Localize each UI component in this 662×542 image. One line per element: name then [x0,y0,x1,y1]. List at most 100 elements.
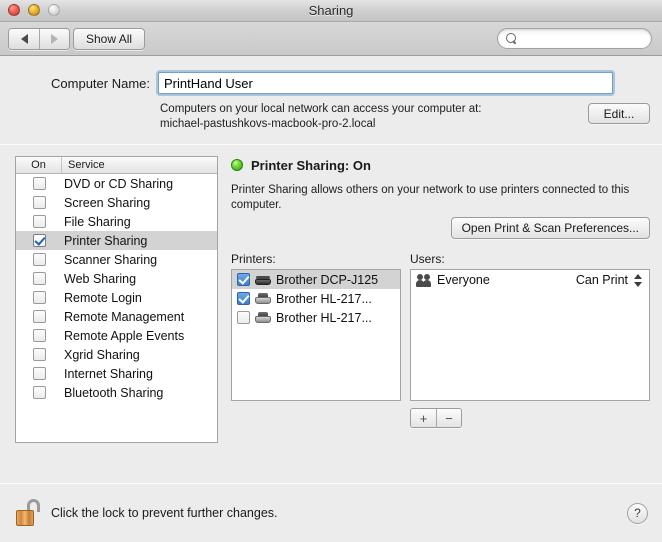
service-checkbox-cell[interactable] [16,234,62,247]
services-table[interactable]: On Service DVD or CD Sharing Screen Shari… [15,156,218,443]
service-checkbox-cell[interactable] [16,367,62,380]
service-checkbox-cell[interactable] [16,253,62,266]
search-icon [506,33,517,44]
services-table-header: On Service [16,157,217,174]
printer-row[interactable]: Brother HL-217... [232,289,400,308]
service-status-row: Printer Sharing: On [231,156,650,174]
service-row[interactable]: Remote Apple Events [16,326,217,345]
service-row[interactable]: Xgrid Sharing [16,345,217,364]
computer-name-hint: Computers on your local network can acce… [160,102,540,132]
padlock-open-icon[interactable] [16,499,42,527]
service-checkbox-cell[interactable] [16,310,62,323]
computer-name-row: Computer Name: [0,72,662,94]
status-indicator-icon [231,159,243,171]
checkbox-unchecked-icon[interactable] [32,291,46,304]
column-header-service: Service [68,159,105,171]
user-add-remove-buttons: + − [410,408,462,428]
search-input[interactable] [517,31,642,46]
forward-button [39,29,69,49]
preferences-toolbar: Show All [0,22,662,56]
service-row[interactable]: Web Sharing [16,269,217,288]
checkbox-unchecked-icon[interactable] [32,253,46,266]
service-row[interactable]: Remote Management [16,307,217,326]
service-row[interactable]: Scanner Sharing [16,250,217,269]
service-name-label: Screen Sharing [64,195,151,210]
search-field[interactable] [497,28,652,49]
printers-list[interactable]: Brother DCP-J125 Brother HL-217... Brother… [231,269,401,401]
checkbox-checked-icon[interactable] [32,234,46,247]
chevron-left-icon [20,34,28,44]
service-row[interactable]: Remote Login [16,288,217,307]
sharing-preferences-window: Sharing Show All Computer Name: Computer… [0,0,662,542]
service-name-label: Printer Sharing [64,233,148,248]
service-name-label: Remote Login [64,290,142,305]
printer-name-label: Brother DCP-J125 [276,272,379,287]
checkbox-unchecked-icon[interactable] [32,386,46,399]
user-row[interactable]: Everyone Can Print [411,270,649,290]
preferences-footer: Click the lock to prevent further change… [0,484,662,542]
chevron-right-icon [51,34,58,44]
checkbox-unchecked-icon[interactable] [32,329,46,342]
window-title: Sharing [308,3,354,18]
service-description: Printer Sharing allows others on your ne… [231,184,630,211]
permission-stepper-icon[interactable] [634,273,643,288]
hint-line-2: michael-pastushkovs-macbook-pro-2.local [160,118,376,130]
checkbox-unchecked-icon[interactable] [32,272,46,285]
service-detail-pane: Printer Sharing: On Printer Sharing allo… [231,156,650,428]
service-checkbox-cell[interactable] [16,272,62,285]
service-name-label: Web Sharing [64,271,137,286]
printer-name-label: Brother HL-217... [276,310,372,325]
service-row[interactable]: Printer Sharing [16,231,217,250]
service-name-label: DVD or CD Sharing [64,176,174,191]
service-checkbox-cell[interactable] [16,329,62,342]
checkbox-checked-icon[interactable] [237,273,250,286]
users-label: Users: [410,252,445,266]
service-row[interactable]: Bluetooth Sharing [16,383,217,402]
add-user-button[interactable]: + [411,409,436,427]
checkbox-unchecked-icon[interactable] [32,196,46,209]
show-all-button[interactable]: Show All [73,28,146,50]
back-button[interactable] [9,29,39,49]
padlock-body [16,510,34,526]
printer-icon [255,292,271,305]
checkbox-unchecked-icon[interactable] [32,215,46,228]
window-titlebar: Sharing [0,0,662,22]
navigation-buttons [8,28,70,50]
service-row[interactable]: Screen Sharing [16,193,217,212]
service-status-text: Printer Sharing: On [251,157,371,173]
top-divider [0,144,662,145]
preferences-content: Computer Name: Computers on your local n… [0,56,662,542]
service-checkbox-cell[interactable] [16,196,62,209]
printer-name-label: Brother HL-217... [276,291,372,306]
users-group-icon [416,273,432,287]
service-checkbox-cell[interactable] [16,291,62,304]
printer-row[interactable]: Brother DCP-J125 [232,270,400,289]
checkbox-unchecked-icon[interactable] [237,311,250,324]
checkbox-unchecked-icon[interactable] [32,177,46,190]
user-permission-value[interactable]: Can Print [576,273,634,287]
service-row[interactable]: File Sharing [16,212,217,231]
remove-user-button[interactable]: − [436,409,461,427]
help-button[interactable]: ? [627,502,648,524]
computer-name-input[interactable] [164,75,607,91]
service-name-label: Xgrid Sharing [64,347,140,362]
checkbox-unchecked-icon[interactable] [32,310,46,323]
service-row[interactable]: Internet Sharing [16,364,217,383]
lock-hint-text: Click the lock to prevent further change… [51,506,278,520]
open-print-scan-preferences-button[interactable]: Open Print & Scan Preferences... [450,217,650,239]
checkbox-unchecked-icon[interactable] [32,367,46,380]
checkbox-unchecked-icon[interactable] [32,348,46,361]
printer-flat-icon [255,274,271,286]
printer-icon [255,311,271,324]
computer-name-field[interactable] [158,72,613,94]
service-checkbox-cell[interactable] [16,177,62,190]
users-list[interactable]: Everyone Can Print [410,269,650,401]
edit-button[interactable]: Edit... [588,103,650,124]
printer-row[interactable]: Brother HL-217... [232,308,400,327]
user-name-label: Everyone [437,273,490,287]
service-checkbox-cell[interactable] [16,386,62,399]
service-row[interactable]: DVD or CD Sharing [16,174,217,193]
service-checkbox-cell[interactable] [16,348,62,361]
service-checkbox-cell[interactable] [16,215,62,228]
checkbox-checked-icon[interactable] [237,292,250,305]
